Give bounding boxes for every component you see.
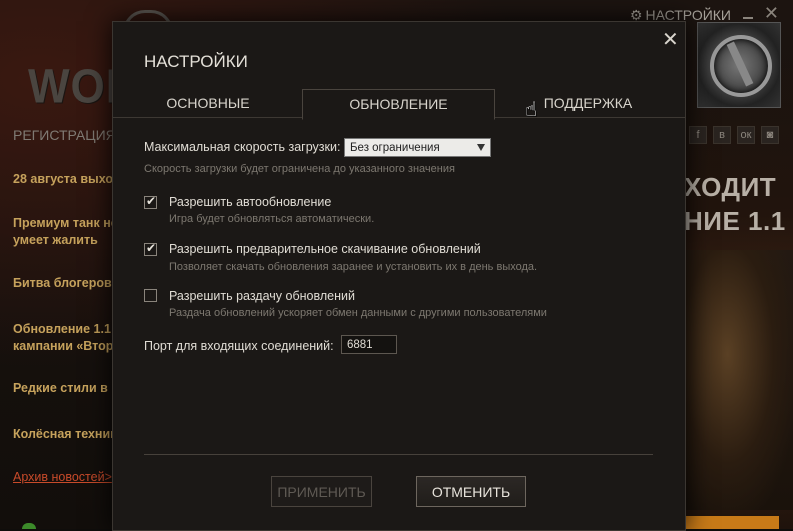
- news-item[interactable]: 28 августа выход: [13, 170, 121, 188]
- max-speed-select[interactable]: Без ограничения: [344, 138, 491, 157]
- close-icon[interactable]: ✕: [662, 27, 679, 52]
- tab-basic[interactable]: ОСНОВНЫЕ: [133, 89, 283, 117]
- news-item[interactable]: Премиум танк не: [13, 214, 118, 232]
- news-item[interactable]: Обновление 1.1:: [13, 320, 115, 338]
- autoupdate-checkbox[interactable]: ✔: [144, 194, 157, 209]
- tank-artwork: [684, 250, 793, 510]
- odnoklassniki-icon[interactable]: ок: [737, 126, 755, 144]
- banner-text-line1: ХОДИТ: [684, 172, 777, 202]
- apply-button[interactable]: ПРИМЕНИТЬ: [271, 476, 372, 507]
- seeding-label[interactable]: Разрешить раздачу обновлений: [169, 289, 355, 303]
- port-input[interactable]: 6881: [341, 335, 397, 354]
- tab-update[interactable]: ОБНОВЛЕНИЕ: [302, 89, 495, 120]
- news-item[interactable]: Колёсная техник: [13, 425, 116, 443]
- facebook-icon[interactable]: f: [689, 126, 707, 144]
- settings-dialog: НАСТРОЙКИ ✕ ОСНОВНЫЕ ОБНОВЛЕНИЕ ПОДДЕРЖК…: [112, 21, 686, 531]
- predownload-hint: Позволяет скачать обновления заранее и у…: [169, 261, 538, 273]
- predownload-label[interactable]: Разрешить предварительное скачивание обн…: [169, 242, 481, 256]
- banner-text-line2: НИЕ 1.1: [684, 206, 786, 236]
- footer-divider: [144, 454, 653, 455]
- close-icon[interactable]: ✕: [764, 3, 779, 24]
- news-item[interactable]: Битва блогеров.: [13, 274, 115, 292]
- news-item[interactable]: кампании «Второ: [13, 337, 121, 355]
- autoupdate-hint: Игра будет обновляться автоматически.: [169, 213, 375, 225]
- max-speed-label: Максимальная скорость загрузки:: [144, 140, 341, 154]
- dialog-title: НАСТРОЙКИ: [144, 52, 248, 71]
- dropdown-arrow-icon: [477, 144, 485, 151]
- news-item[interactable]: Редкие стили в П: [13, 379, 120, 397]
- news-item[interactable]: умеет жалить: [13, 231, 98, 249]
- max-speed-hint: Скорость загрузки будет ограничена до ук…: [144, 163, 455, 175]
- hand-cursor-icon: ☝: [525, 99, 538, 121]
- seeding-hint: Раздача обновлений ускоряет обмен данным…: [169, 307, 547, 319]
- max-speed-value: Без ограничения: [350, 142, 440, 154]
- news-archive-link[interactable]: Архив новостей>: [13, 470, 112, 484]
- play-button-edge[interactable]: [684, 516, 779, 529]
- minimize-icon[interactable]: [743, 7, 753, 19]
- instagram-icon[interactable]: ◙: [761, 126, 779, 144]
- registration-link[interactable]: РЕГИСТРАЦИЯ: [13, 127, 116, 143]
- predownload-checkbox[interactable]: ✔: [144, 241, 157, 256]
- checkmark-icon: ✔: [146, 241, 157, 255]
- port-label: Порт для входящих соединений:: [144, 339, 334, 353]
- vk-icon[interactable]: в: [713, 126, 731, 144]
- status-indicator: [22, 523, 36, 529]
- checkmark-icon: ✔: [146, 194, 157, 208]
- seeding-checkbox[interactable]: [144, 289, 157, 302]
- autoupdate-label[interactable]: Разрешить автообновление: [169, 195, 331, 209]
- cancel-button[interactable]: ОТМЕНИТЬ: [416, 476, 526, 507]
- avatar[interactable]: [697, 22, 781, 108]
